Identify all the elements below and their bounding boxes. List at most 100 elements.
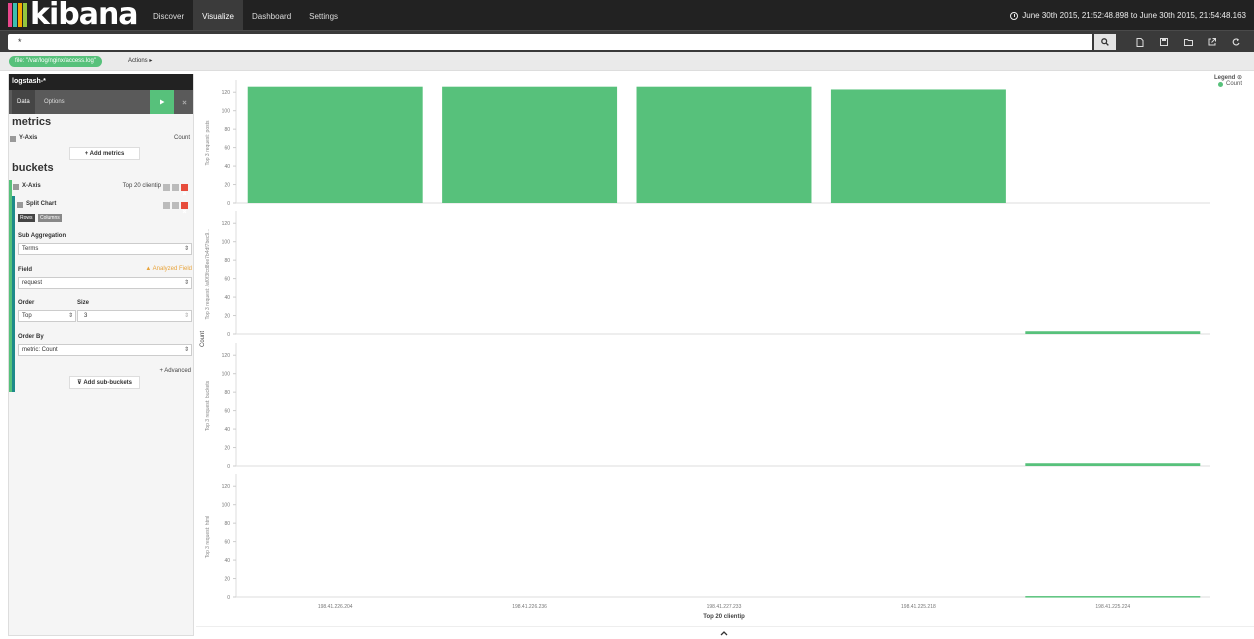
legend: Legend ⊙ Count [1214, 74, 1242, 87]
actions-link[interactable]: Actions ▸ [128, 56, 152, 67]
analyzed-field-text: Analyzed Field [152, 266, 192, 272]
row-label: Top 3 request: posts [205, 120, 211, 166]
new-icon[interactable] [1128, 31, 1152, 53]
sub-agg-select[interactable]: Terms ⇕ [18, 243, 192, 255]
refresh-icon[interactable] [1224, 31, 1248, 53]
order-select[interactable]: Top ⇕ [18, 310, 76, 322]
remove-split-button[interactable] [181, 202, 188, 214]
chart-area: Count 0 20 40 60 80 100 120 Top 3 request: posts… [196, 74, 1254, 639]
y-tick-label: 40 [224, 164, 230, 170]
apply-button[interactable] [150, 90, 174, 114]
time-picker[interactable]: June 30th 2015, 21:52:48.898 to June 30t… [1010, 0, 1246, 32]
y-tick-label: 120 [222, 353, 231, 359]
close-icon [182, 191, 187, 196]
size-input[interactable]: 3 ⇕ [77, 310, 192, 322]
size-label: Size [77, 300, 90, 306]
advanced-toggle[interactable]: + Advanced [159, 368, 191, 374]
viz-toolbar [1128, 31, 1248, 53]
field-value: request [22, 280, 43, 286]
x-axis-label: Top 20 clientip [703, 614, 745, 620]
y-tick-label: 20 [224, 577, 230, 583]
nav-links: Discover Visualize Dashboard Settings [144, 0, 347, 30]
kibana-logo[interactable]: kibana [8, 0, 139, 32]
search-icon [1101, 38, 1109, 46]
chevron-right-icon[interactable] [10, 136, 16, 142]
bar [1025, 596, 1201, 598]
x-tick-label: 198.41.225.218 [901, 604, 936, 610]
columns-toggle[interactable]: Columns [38, 214, 62, 222]
yaxis-value: Count [173, 135, 190, 141]
sidebar: logstash-* Data Options metrics Y-Axis C… [8, 74, 194, 636]
row-label: Top 3 request: buckets [205, 380, 211, 431]
y-tick-label: 80 [224, 521, 230, 527]
move-up-button[interactable] [163, 184, 170, 191]
search-button[interactable] [1094, 34, 1116, 50]
legend-title[interactable]: Legend ⊙ [1214, 74, 1242, 81]
add-sub-buckets-button[interactable]: ⊽ Add sub-buckets [69, 376, 140, 389]
order-value: Top [22, 313, 32, 319]
field-select[interactable]: request ⇕ [18, 277, 192, 289]
select-arrow-icon: ⇕ [183, 280, 189, 286]
chevron-down-icon[interactable] [17, 202, 23, 208]
tab-data[interactable]: Data [12, 90, 35, 114]
stepper-icon[interactable]: ⇕ [184, 311, 189, 321]
y-tick-label: 60 [224, 277, 230, 283]
row-label: Top 3 request: /af0f3fcd8ee7b4df7bec9... [205, 229, 211, 320]
nav-discover[interactable]: Discover [144, 0, 193, 30]
bar [442, 86, 618, 203]
bar [247, 86, 423, 203]
bar [830, 89, 1006, 203]
play-icon [160, 99, 165, 105]
y-tick-label: 120 [222, 221, 231, 227]
row-label: Top 3 request: html [205, 516, 211, 559]
order-by-select[interactable]: metric: Count ⇕ [18, 344, 192, 356]
nav-settings[interactable]: Settings [300, 0, 347, 30]
yaxis-row[interactable]: Y-Axis Count [9, 134, 193, 146]
sub-agg-label: Sub Aggregation [18, 233, 67, 239]
field-label: Field [18, 267, 33, 273]
discard-button[interactable] [174, 90, 194, 114]
y-tick-label: 0 [227, 201, 230, 207]
xaxis-label: X-Axis [22, 183, 41, 189]
tab-options[interactable]: Options [39, 90, 70, 114]
search-bar [0, 30, 1254, 52]
rows-toggle[interactable]: Rows [18, 214, 35, 222]
legend-item-count[interactable]: Count [1214, 81, 1242, 87]
y-tick-label: 20 [224, 446, 230, 452]
move-down-button[interactable] [172, 202, 179, 209]
y-tick-label: 40 [224, 427, 230, 433]
split-accent-bar [12, 196, 15, 392]
share-icon[interactable] [1200, 31, 1224, 53]
y-tick-label: 20 [224, 314, 230, 320]
metrics-heading: metrics [12, 116, 52, 128]
save-icon[interactable] [1152, 31, 1176, 53]
order-by-label: Order By [18, 334, 44, 340]
filter-pill[interactable]: file: "/var/log/nginx/access.log" [9, 56, 102, 67]
y-tick-label: 100 [222, 240, 231, 246]
spy-toggle-button[interactable] [713, 628, 735, 638]
xaxis-value: Top 20 clientip [122, 183, 161, 189]
y-tick-label: 80 [224, 258, 230, 264]
select-arrow-icon: ⇕ [183, 347, 189, 353]
add-sub-buckets-label: Add sub-buckets [83, 380, 132, 386]
open-icon[interactable] [1176, 31, 1200, 53]
nav-dashboard[interactable]: Dashboard [243, 0, 300, 30]
logo-text: kibana [30, 0, 139, 32]
search-input[interactable] [8, 34, 1092, 50]
index-pattern: logstash-* [9, 74, 193, 90]
chevron-up-icon [720, 630, 728, 635]
chevron-right-icon[interactable] [13, 184, 19, 190]
chart-row: 0 20 40 60 80 100 120 Top 3 request: html [205, 474, 1210, 601]
remove-xaxis-button[interactable] [181, 184, 188, 196]
move-up-button[interactable] [163, 202, 170, 209]
buckets-heading: buckets [12, 162, 54, 174]
spy-divider [196, 626, 1254, 627]
move-down-button[interactable] [172, 184, 179, 191]
top-nav: kibana Discover Visualize Dashboard Setting… [0, 0, 1254, 30]
logo-stripe [23, 3, 27, 27]
add-metrics-button[interactable]: + Add metrics [69, 147, 140, 160]
warning-icon: ▲ [145, 266, 153, 272]
logo-stripe [8, 3, 12, 27]
y-tick-label: 0 [227, 464, 230, 470]
nav-visualize[interactable]: Visualize [193, 0, 243, 30]
